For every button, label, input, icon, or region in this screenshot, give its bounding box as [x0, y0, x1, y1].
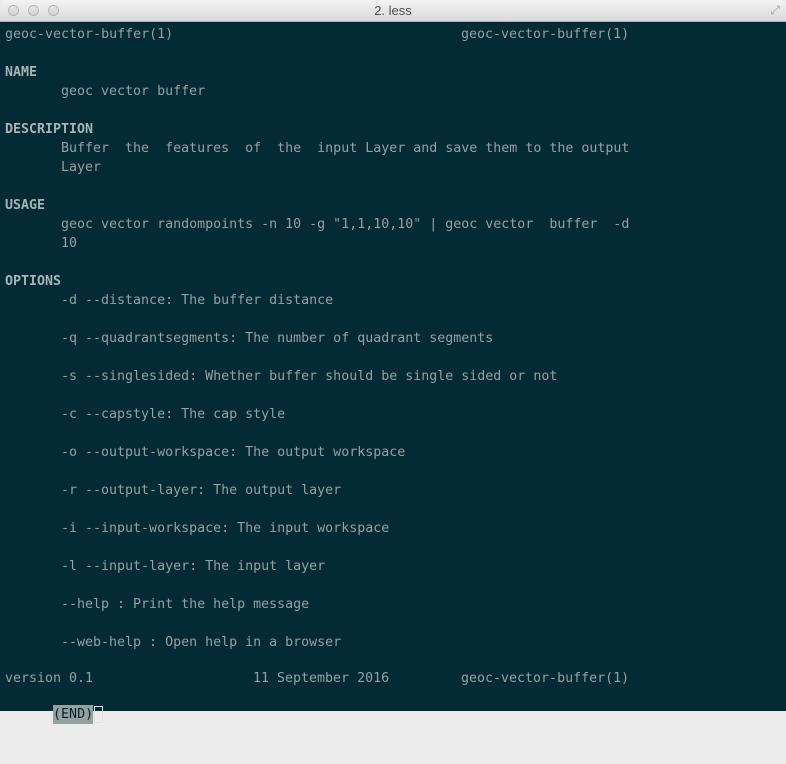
option-item: -q --quadrantsegments: The number of qua… [61, 331, 494, 346]
header-left: geoc-vector-buffer(1) [5, 27, 174, 42]
terminal-content[interactable]: geoc-vector-buffer(1) geoc-vector-buffer… [0, 22, 786, 724]
usage-line: geoc vector randompoints -n 10 -g "1,1,1… [61, 217, 630, 232]
footer-page: geoc-vector-buffer(1) [461, 671, 630, 686]
fullscreen-icon[interactable]: ⤢ [770, 3, 780, 18]
option-item: --help : Print the help message [61, 597, 310, 612]
option-item: --web-help : Open help in a browser [61, 635, 342, 650]
options-heading: OPTIONS [5, 274, 62, 289]
end-status: (END) [53, 705, 94, 724]
option-item: -i --input-workspace: The input workspac… [61, 521, 390, 536]
option-item: -c --capstyle: The cap style [61, 407, 286, 422]
option-item: -s --singlesided: Whether buffer should … [61, 369, 558, 384]
window-title: 2. less [374, 3, 412, 18]
cursor [94, 706, 104, 723]
usage-line: 10 [61, 236, 78, 251]
description-line: Buffer the features of the input Layer a… [61, 141, 630, 156]
description-heading: DESCRIPTION [5, 122, 94, 137]
header-right: geoc-vector-buffer(1) [461, 27, 630, 42]
option-item: -l --input-layer: The input layer [61, 559, 326, 574]
option-item: -r --output-layer: The output layer [61, 483, 342, 498]
option-item: -o --output-workspace: The output worksp… [61, 445, 406, 460]
option-item: -d --distance: The buffer distance [61, 293, 334, 308]
title-bar: 2. less ⤢ [0, 0, 786, 22]
less-prompt[interactable]: (END) [5, 686, 104, 724]
description-line: Layer [61, 160, 102, 175]
name-text: geoc vector buffer [61, 84, 206, 99]
terminal-window: 2. less ⤢ geoc-vector-buffer(1) geoc-vec… [0, 0, 786, 724]
name-heading: NAME [5, 65, 38, 80]
usage-heading: USAGE [5, 198, 46, 213]
footer-date: 11 September 2016 [253, 671, 390, 686]
man-header: geoc-vector-buffer(1) geoc-vector-buffer… [5, 25, 629, 44]
